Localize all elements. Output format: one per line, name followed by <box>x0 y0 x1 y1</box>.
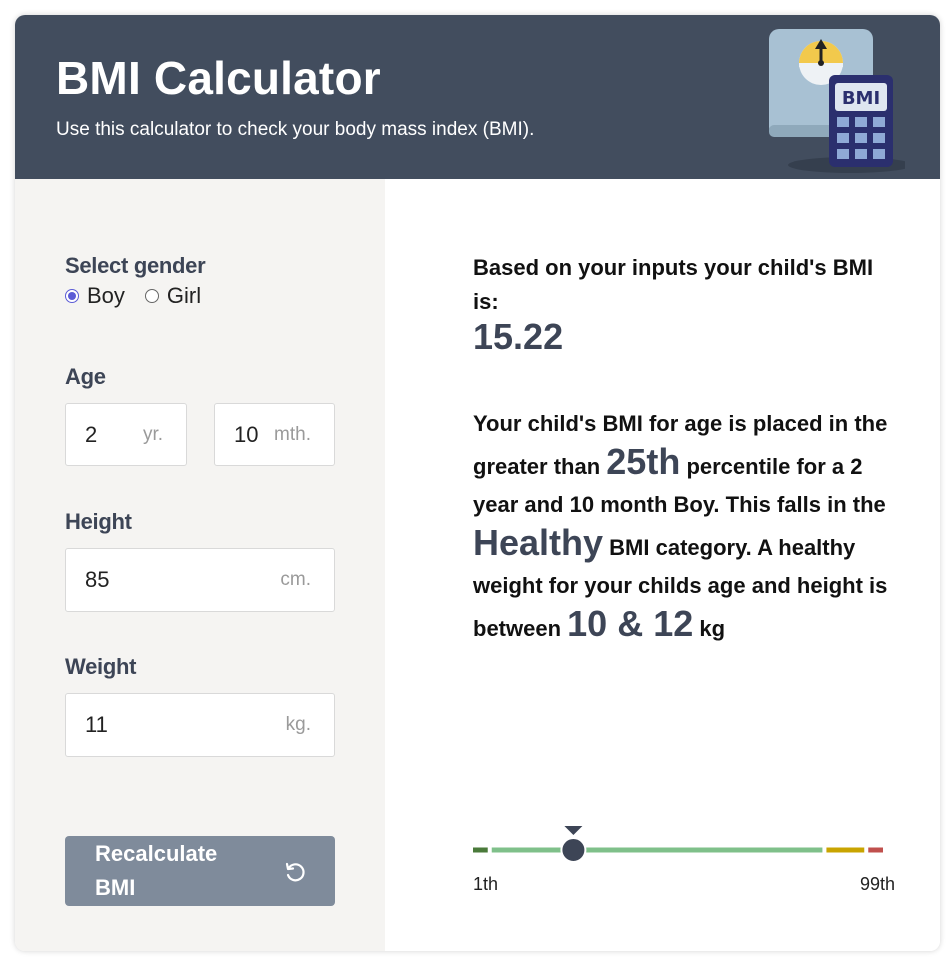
page-subtitle: Use this calculator to check your body m… <box>56 119 535 140</box>
recalculate-bmi-button[interactable]: Recalculate BMI <box>65 836 335 906</box>
svg-text:BMI: BMI <box>842 88 880 109</box>
weight-value: 11 <box>85 712 108 737</box>
weight-input[interactable]: 11 kg. <box>65 693 335 757</box>
gender-option-girl-label: Girl <box>166 283 202 308</box>
percentile-bar <box>473 826 883 863</box>
scale-min-label: 1th <box>473 874 499 894</box>
bmi-scale-calculator-icon: BMI <box>769 29 905 173</box>
healthy-weight-range: 10 & 12 <box>567 603 694 644</box>
height-input[interactable]: 85 cm. <box>65 548 335 612</box>
gender-option-girl[interactable]: Girl <box>144 283 202 309</box>
bmi-calculator-card: BMI Calculator Use this calculator to ch… <box>15 15 940 951</box>
gender-option-boy[interactable]: Boy <box>65 283 125 309</box>
percentile-value: 25th <box>606 441 681 482</box>
result-panel: Based on your inputs your child's BMI is… <box>385 179 940 951</box>
gender-radio-group: Boy Girl <box>65 283 221 309</box>
age-months-value: 10 <box>234 421 259 447</box>
age-months-input[interactable]: 10 mth. <box>214 403 335 466</box>
refresh-icon <box>285 862 305 882</box>
weight-label: Weight <box>65 654 137 679</box>
height-label: Height <box>65 509 132 534</box>
result-description: Your child's BMI for age is placed in th… <box>473 405 893 648</box>
height-unit: cm. <box>280 569 311 590</box>
result-text-4: kg <box>699 616 726 641</box>
result-intro: Based on your inputs your child's BMI is… <box>473 255 874 314</box>
bmi-category: Healthy <box>473 522 604 563</box>
age-label: Age <box>65 364 106 389</box>
header: BMI Calculator Use this calculator to ch… <box>15 15 940 179</box>
gender-label: Select gender <box>65 253 206 278</box>
radio-girl[interactable] <box>144 289 159 303</box>
age-years-value: 2 <box>85 421 98 447</box>
radio-boy[interactable] <box>65 289 79 303</box>
age-years-input[interactable]: 2 yr. <box>65 403 187 466</box>
height-value: 85 <box>85 567 110 592</box>
percentile-scale: 1th 99th <box>473 809 895 894</box>
scale-pointer-icon <box>564 826 583 835</box>
input-panel: Select gender Boy Girl Age 2 yr. 10 mth.… <box>15 179 385 951</box>
scale-max-label: 99th <box>860 874 896 894</box>
bmi-value: 15.22 <box>473 316 564 357</box>
age-years-unit: yr. <box>142 423 163 445</box>
recalculate-label: Recalculate BMI <box>95 841 218 900</box>
scale-marker <box>560 837 587 863</box>
age-months-unit: mth. <box>274 423 311 445</box>
gender-option-boy-label: Boy <box>87 283 125 308</box>
weight-unit: kg. <box>285 714 311 735</box>
page-title: BMI Calculator <box>56 52 381 104</box>
